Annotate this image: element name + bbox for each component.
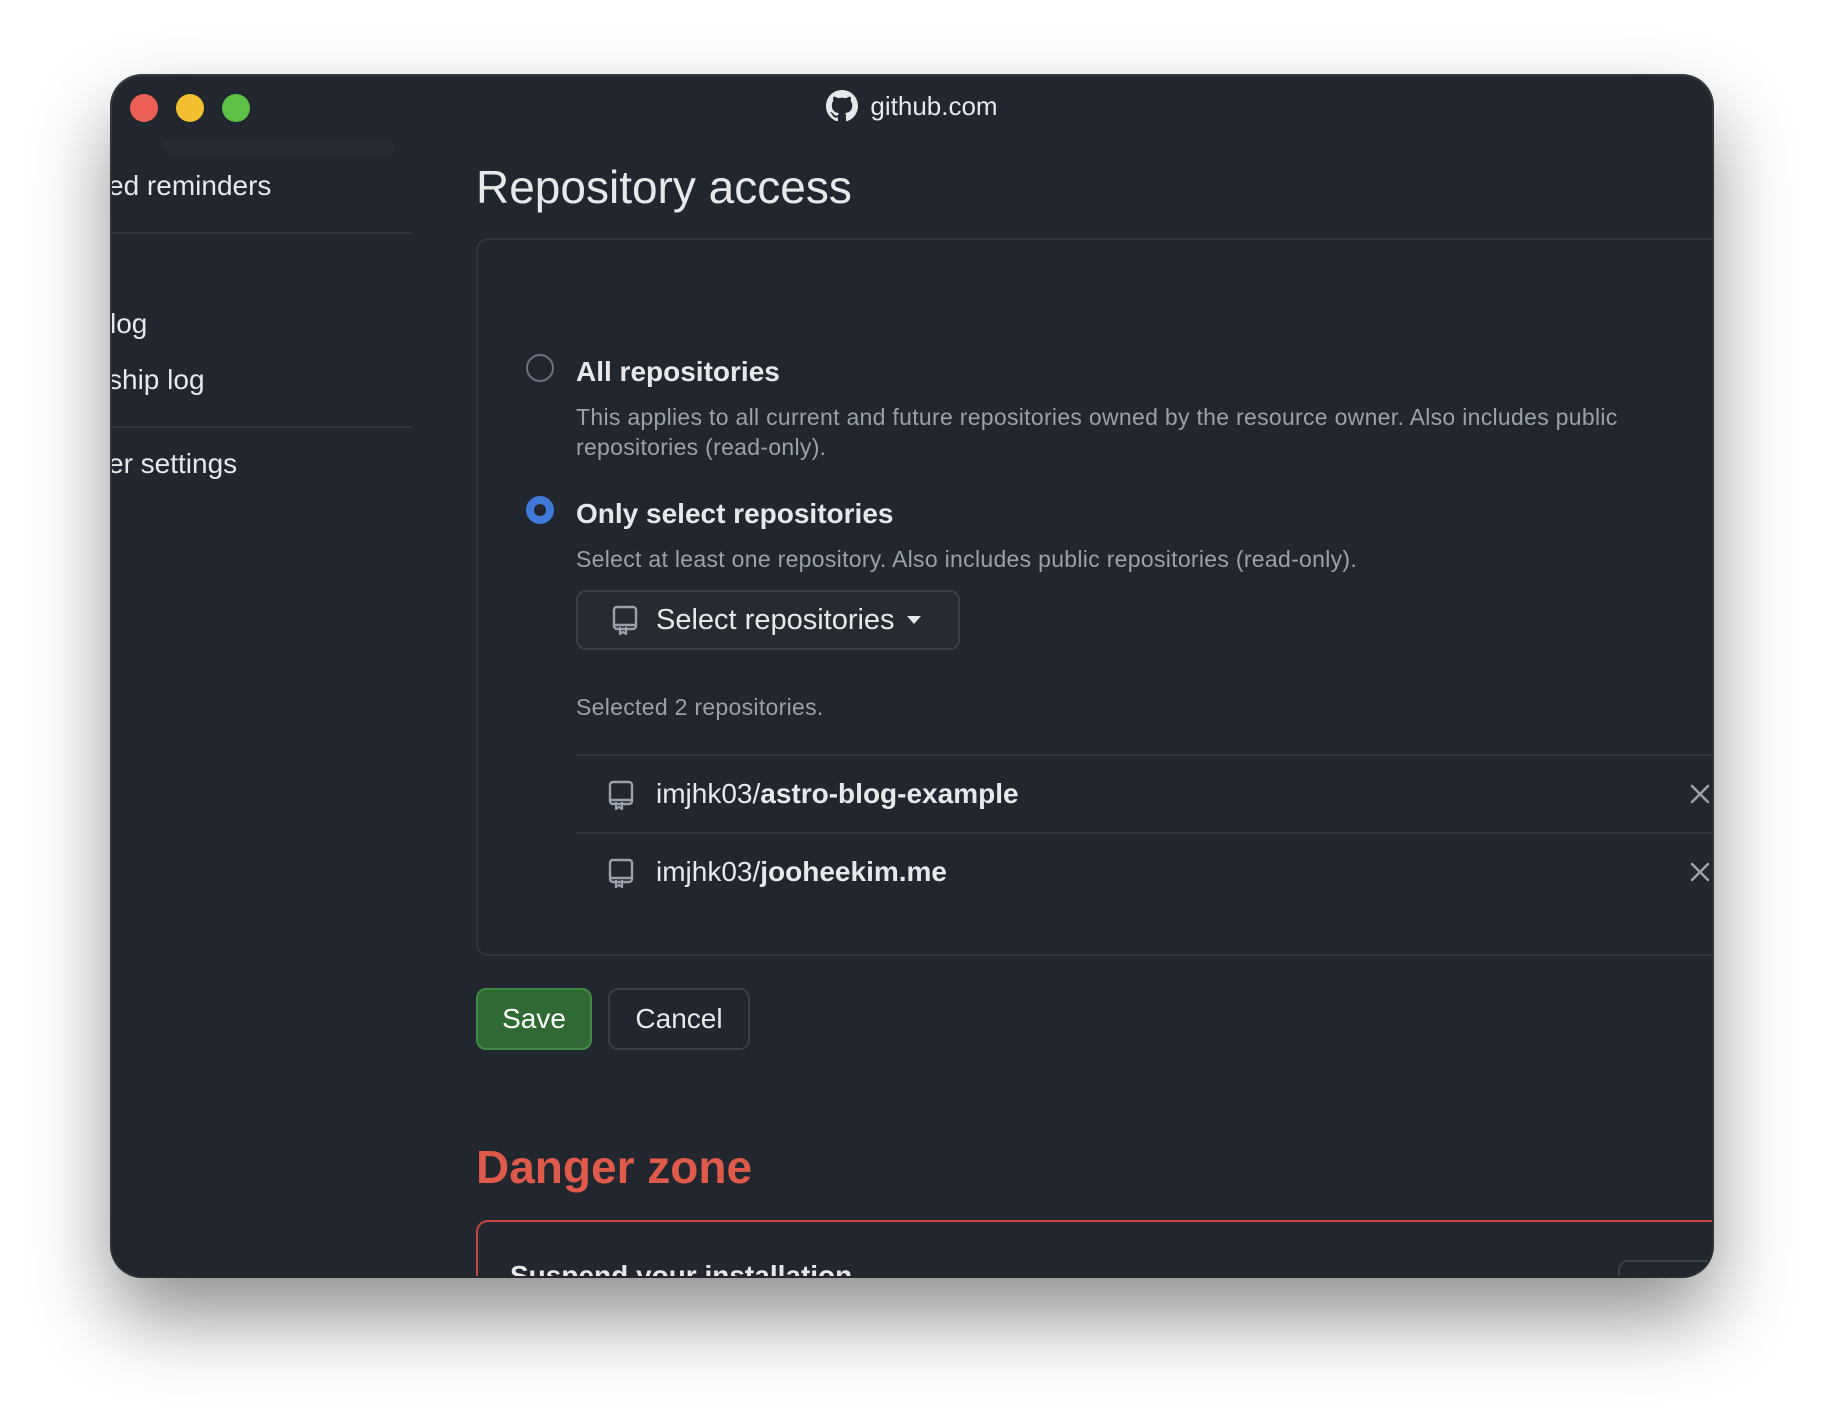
all-repositories-label[interactable]: All repositories: [576, 356, 780, 388]
all-repositories-radio[interactable]: [526, 354, 554, 382]
cancel-button[interactable]: Cancel: [608, 988, 750, 1050]
repo-owner: imjhk03/: [656, 778, 761, 809]
repo-name: imjhk03/astro-blog-example: [656, 778, 1019, 810]
repo-icon: [608, 858, 634, 888]
repo-owner: imjhk03/: [656, 856, 761, 887]
suspend-installation-label: Suspend your installation: [510, 1260, 853, 1276]
main-content: Repository access All repositories This …: [476, 76, 1712, 1276]
browser-window: github.com ed reminders log ship log er …: [112, 76, 1712, 1276]
all-repositories-description-line2: repositories (read-only).: [576, 434, 827, 460]
sidebar-item-log[interactable]: log: [112, 308, 147, 340]
repository-access-box: All repositories This applies to all cur…: [476, 238, 1712, 956]
x-icon[interactable]: [1686, 858, 1712, 886]
danger-zone-box: Suspend your installation: [476, 1220, 1712, 1276]
select-repositories-button[interactable]: Select repositories: [576, 590, 960, 650]
repo-title: astro-blog-example: [760, 778, 1019, 809]
selected-count-text: Selected 2 repositories.: [576, 694, 824, 720]
sidebar-active-highlight: [162, 140, 396, 156]
suspend-button[interactable]: [1618, 1260, 1712, 1276]
repository-access-title: Repository access: [476, 161, 852, 213]
repo-icon: [612, 605, 638, 635]
x-icon[interactable]: [1686, 780, 1712, 808]
sidebar-divider: [112, 232, 412, 234]
repo-name: imjhk03/jooheekim.me: [656, 856, 947, 888]
only-select-repositories-description: Select at least one repository. Also inc…: [576, 546, 1358, 572]
sidebar-divider: [112, 426, 412, 428]
list-item: imjhk03/astro-blog-example: [576, 754, 1712, 832]
all-repositories-description-line1: This applies to all current and future r…: [576, 404, 1618, 430]
danger-zone-title: Danger zone: [476, 1141, 753, 1193]
sidebar-item-sponsorship-log[interactable]: ship log: [112, 364, 205, 396]
list-item: imjhk03/jooheekim.me: [576, 832, 1712, 910]
select-repositories-label: Select repositories: [656, 603, 895, 636]
chevron-down-icon: [906, 616, 921, 624]
repo-icon: [608, 780, 634, 810]
only-select-repositories-radio[interactable]: [526, 496, 554, 524]
repo-title: jooheekim.me: [760, 856, 947, 887]
only-select-repositories-label[interactable]: Only select repositories: [576, 498, 893, 530]
save-button[interactable]: Save: [476, 988, 592, 1050]
sidebar-item-scheduled-reminders[interactable]: ed reminders: [112, 170, 271, 202]
selected-repositories-list: imjhk03/astro-blog-example imjhk03/joohe…: [576, 754, 1712, 910]
sidebar-item-developer-settings[interactable]: er settings: [112, 448, 237, 480]
